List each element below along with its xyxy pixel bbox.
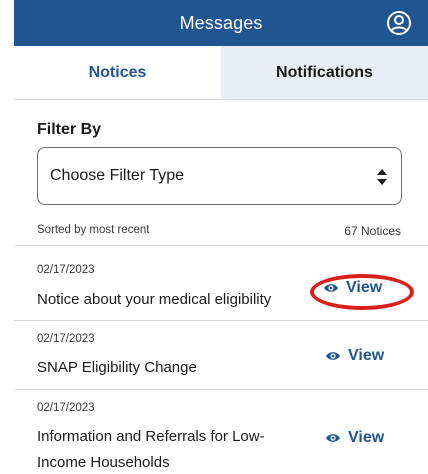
eye-icon <box>326 434 340 442</box>
view-button-label: View <box>348 429 385 446</box>
page-title: Messages <box>179 12 263 33</box>
list-divider <box>14 389 428 390</box>
tab-notices[interactable]: Notices <box>14 46 221 99</box>
view-button[interactable]: View <box>325 429 384 447</box>
sort-status: Sorted by most recent <box>37 224 150 236</box>
list-divider <box>14 245 428 246</box>
filter-select-value: Choose Filter Type <box>50 167 184 184</box>
eye-icon <box>326 352 340 360</box>
filter-type-select[interactable]: Choose Filter Type <box>37 147 402 205</box>
notice-title: Notice about your medical eligibility <box>37 291 272 308</box>
list-divider <box>14 320 428 321</box>
view-button-label: View <box>348 347 385 364</box>
notice-title: Information and Referrals for Low-Income… <box>37 428 265 471</box>
account-circle-icon[interactable] <box>386 10 412 36</box>
notice-date: 02/17/2023 <box>37 333 95 345</box>
tab-notifications[interactable]: Notifications <box>221 46 428 99</box>
message-tabs: Notices Notifications <box>14 46 428 100</box>
notice-date: 02/17/2023 <box>37 264 95 276</box>
filter-label: Filter By <box>37 121 102 138</box>
view-button[interactable]: View <box>325 347 384 365</box>
notice-count: 67 Notices <box>344 224 401 238</box>
annotation-circle <box>310 274 414 310</box>
app-header: Messages <box>14 0 428 46</box>
sort-arrows-icon <box>376 168 388 186</box>
notice-title: SNAP Eligibility Change <box>37 359 197 376</box>
notice-date: 02/17/2023 <box>37 402 95 414</box>
